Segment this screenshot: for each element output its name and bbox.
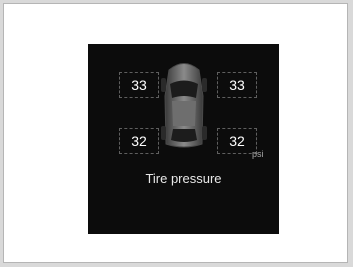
- pressure-unit-label: psi: [252, 149, 264, 159]
- tire-rear-left-pressure: 32: [119, 128, 159, 154]
- tire-rear-right-pressure: 32: [217, 128, 257, 154]
- display-title: Tire pressure: [145, 171, 222, 186]
- tire-front-right-pressure: 33: [217, 72, 257, 98]
- tire-pressure-display: 33 33 32 32 psi Tire pressure: [88, 44, 279, 234]
- tire-front-left-pressure: 33: [119, 72, 159, 98]
- figure-frame: 33 33 32 32 psi Tire pressure: [3, 3, 348, 263]
